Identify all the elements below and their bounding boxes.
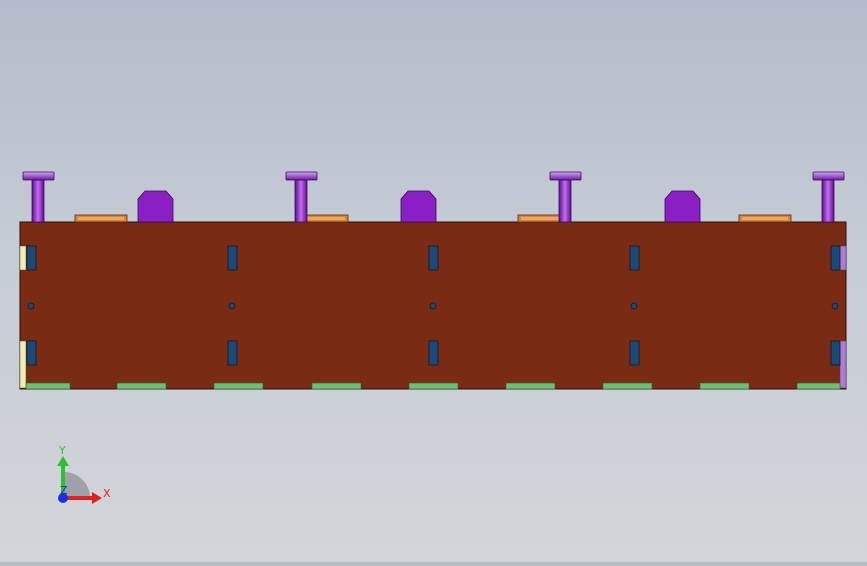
slot bbox=[629, 245, 640, 271]
y-axis-label: Y bbox=[58, 444, 66, 457]
foot-pad bbox=[116, 382, 167, 390]
y-axis-arrow-icon bbox=[57, 456, 69, 466]
foot-pad bbox=[796, 382, 841, 390]
foot-pad bbox=[505, 382, 556, 390]
guide-pin bbox=[812, 171, 845, 223]
bracket bbox=[400, 190, 437, 223]
left-edge-strip-top bbox=[19, 245, 27, 271]
graphics-viewport[interactable] bbox=[0, 0, 867, 562]
hole bbox=[27, 302, 35, 310]
guide-pin bbox=[549, 171, 582, 223]
slot bbox=[830, 245, 841, 271]
coordinate-triad[interactable]: Y X Z bbox=[40, 440, 130, 520]
slot bbox=[26, 340, 37, 366]
right-edge-strip-bottom bbox=[839, 340, 847, 389]
slot bbox=[629, 340, 640, 366]
slot bbox=[227, 245, 238, 271]
x-axis-label: X bbox=[103, 487, 111, 500]
x-axis-arrow-icon bbox=[92, 492, 102, 504]
foot-pad bbox=[602, 382, 653, 390]
slot bbox=[26, 245, 37, 271]
slot bbox=[830, 340, 841, 366]
left-edge-strip-bottom bbox=[19, 340, 27, 389]
guide-pin bbox=[22, 171, 55, 223]
slot bbox=[428, 245, 439, 271]
foot-pad bbox=[699, 382, 750, 390]
slot bbox=[428, 340, 439, 366]
top-pad bbox=[738, 214, 792, 223]
model-view[interactable] bbox=[0, 0, 867, 562]
foot-pad bbox=[213, 382, 264, 390]
top-pad bbox=[74, 214, 128, 223]
guide-pin bbox=[285, 171, 318, 223]
foot-pad bbox=[408, 382, 459, 390]
right-edge-strip-top bbox=[839, 245, 847, 271]
hole bbox=[630, 302, 638, 310]
bracket bbox=[137, 190, 174, 223]
z-axis-label: Z bbox=[60, 484, 68, 497]
bracket bbox=[664, 190, 701, 223]
foot-pad bbox=[311, 382, 362, 390]
hole bbox=[429, 302, 437, 310]
foot-pad bbox=[25, 382, 71, 390]
slot bbox=[227, 340, 238, 366]
hole bbox=[228, 302, 236, 310]
triad-arc bbox=[64, 472, 90, 498]
hole bbox=[831, 302, 839, 310]
